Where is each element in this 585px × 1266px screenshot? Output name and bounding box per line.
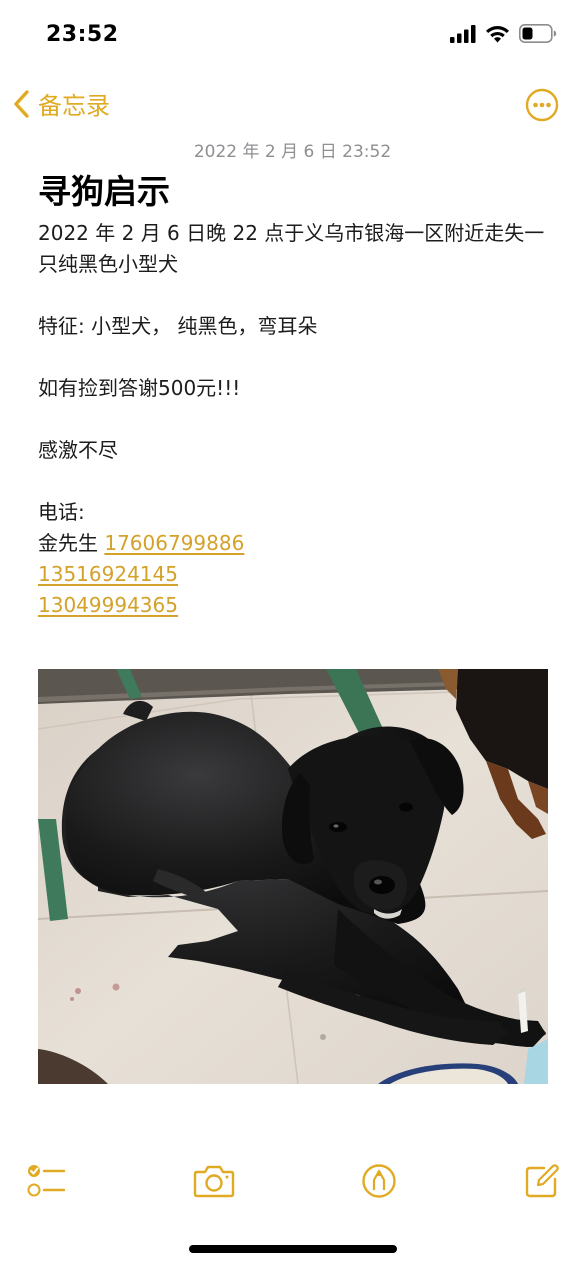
note-text-line: 特征: 小型犬， 纯黑色，弯耳朵	[38, 314, 318, 338]
status-bar: 23:52	[0, 0, 585, 74]
status-time: 23:52	[46, 22, 119, 47]
note-text-line: 感激不尽	[38, 438, 118, 462]
nav-bar: 备忘录	[0, 82, 585, 132]
camera-button[interactable]	[193, 1163, 235, 1203]
contact-line: 金先生 17606799886	[38, 528, 548, 559]
note-body[interactable]: 寻狗启示 2022 年 2 月 6 日晚 22 点于义乌市银海一区附近走失一只纯…	[38, 170, 548, 621]
contact-name: 金先生	[38, 531, 105, 555]
ellipsis-circle-icon	[525, 88, 559, 122]
note-text-line: 2022 年 2 月 6 日晚 22 点于义乌市银海一区附近走失一只纯黑色小型犬	[38, 221, 545, 276]
markup-button[interactable]	[361, 1163, 397, 1203]
checklist-icon	[27, 1165, 66, 1197]
camera-icon	[193, 1165, 235, 1198]
back-button[interactable]: 备忘录	[12, 86, 110, 121]
phone-line: 13049994365	[38, 590, 548, 621]
bottom-toolbar	[0, 1155, 585, 1211]
markup-pen-icon	[362, 1164, 396, 1198]
dog-photo[interactable]	[38, 669, 548, 1084]
status-icons	[450, 24, 557, 43]
cellular-signal-icon	[450, 24, 476, 43]
phone-link[interactable]: 13516924145	[38, 562, 178, 586]
note-title: 寻狗启示	[38, 172, 170, 211]
phone-line: 13516924145	[38, 559, 548, 590]
back-label: 备忘录	[38, 92, 110, 120]
compose-button[interactable]	[524, 1163, 560, 1203]
chevron-left-icon	[14, 89, 29, 118]
compose-icon	[525, 1164, 559, 1198]
note-date: 2022 年 2 月 6 日 23:52	[193, 142, 392, 162]
phone-label: 电话:	[38, 500, 85, 524]
wifi-icon	[486, 25, 509, 42]
dog-photo-illustration	[38, 669, 548, 1084]
battery-icon	[519, 24, 557, 43]
checklist-button[interactable]	[26, 1163, 66, 1203]
note-text-line: 如有捡到答谢500元!!!	[38, 376, 241, 400]
phone-link[interactable]: 13049994365	[38, 593, 178, 617]
phone-link[interactable]: 17606799886	[104, 531, 244, 555]
home-indicator[interactable]	[189, 1245, 397, 1253]
more-button[interactable]	[525, 88, 559, 126]
